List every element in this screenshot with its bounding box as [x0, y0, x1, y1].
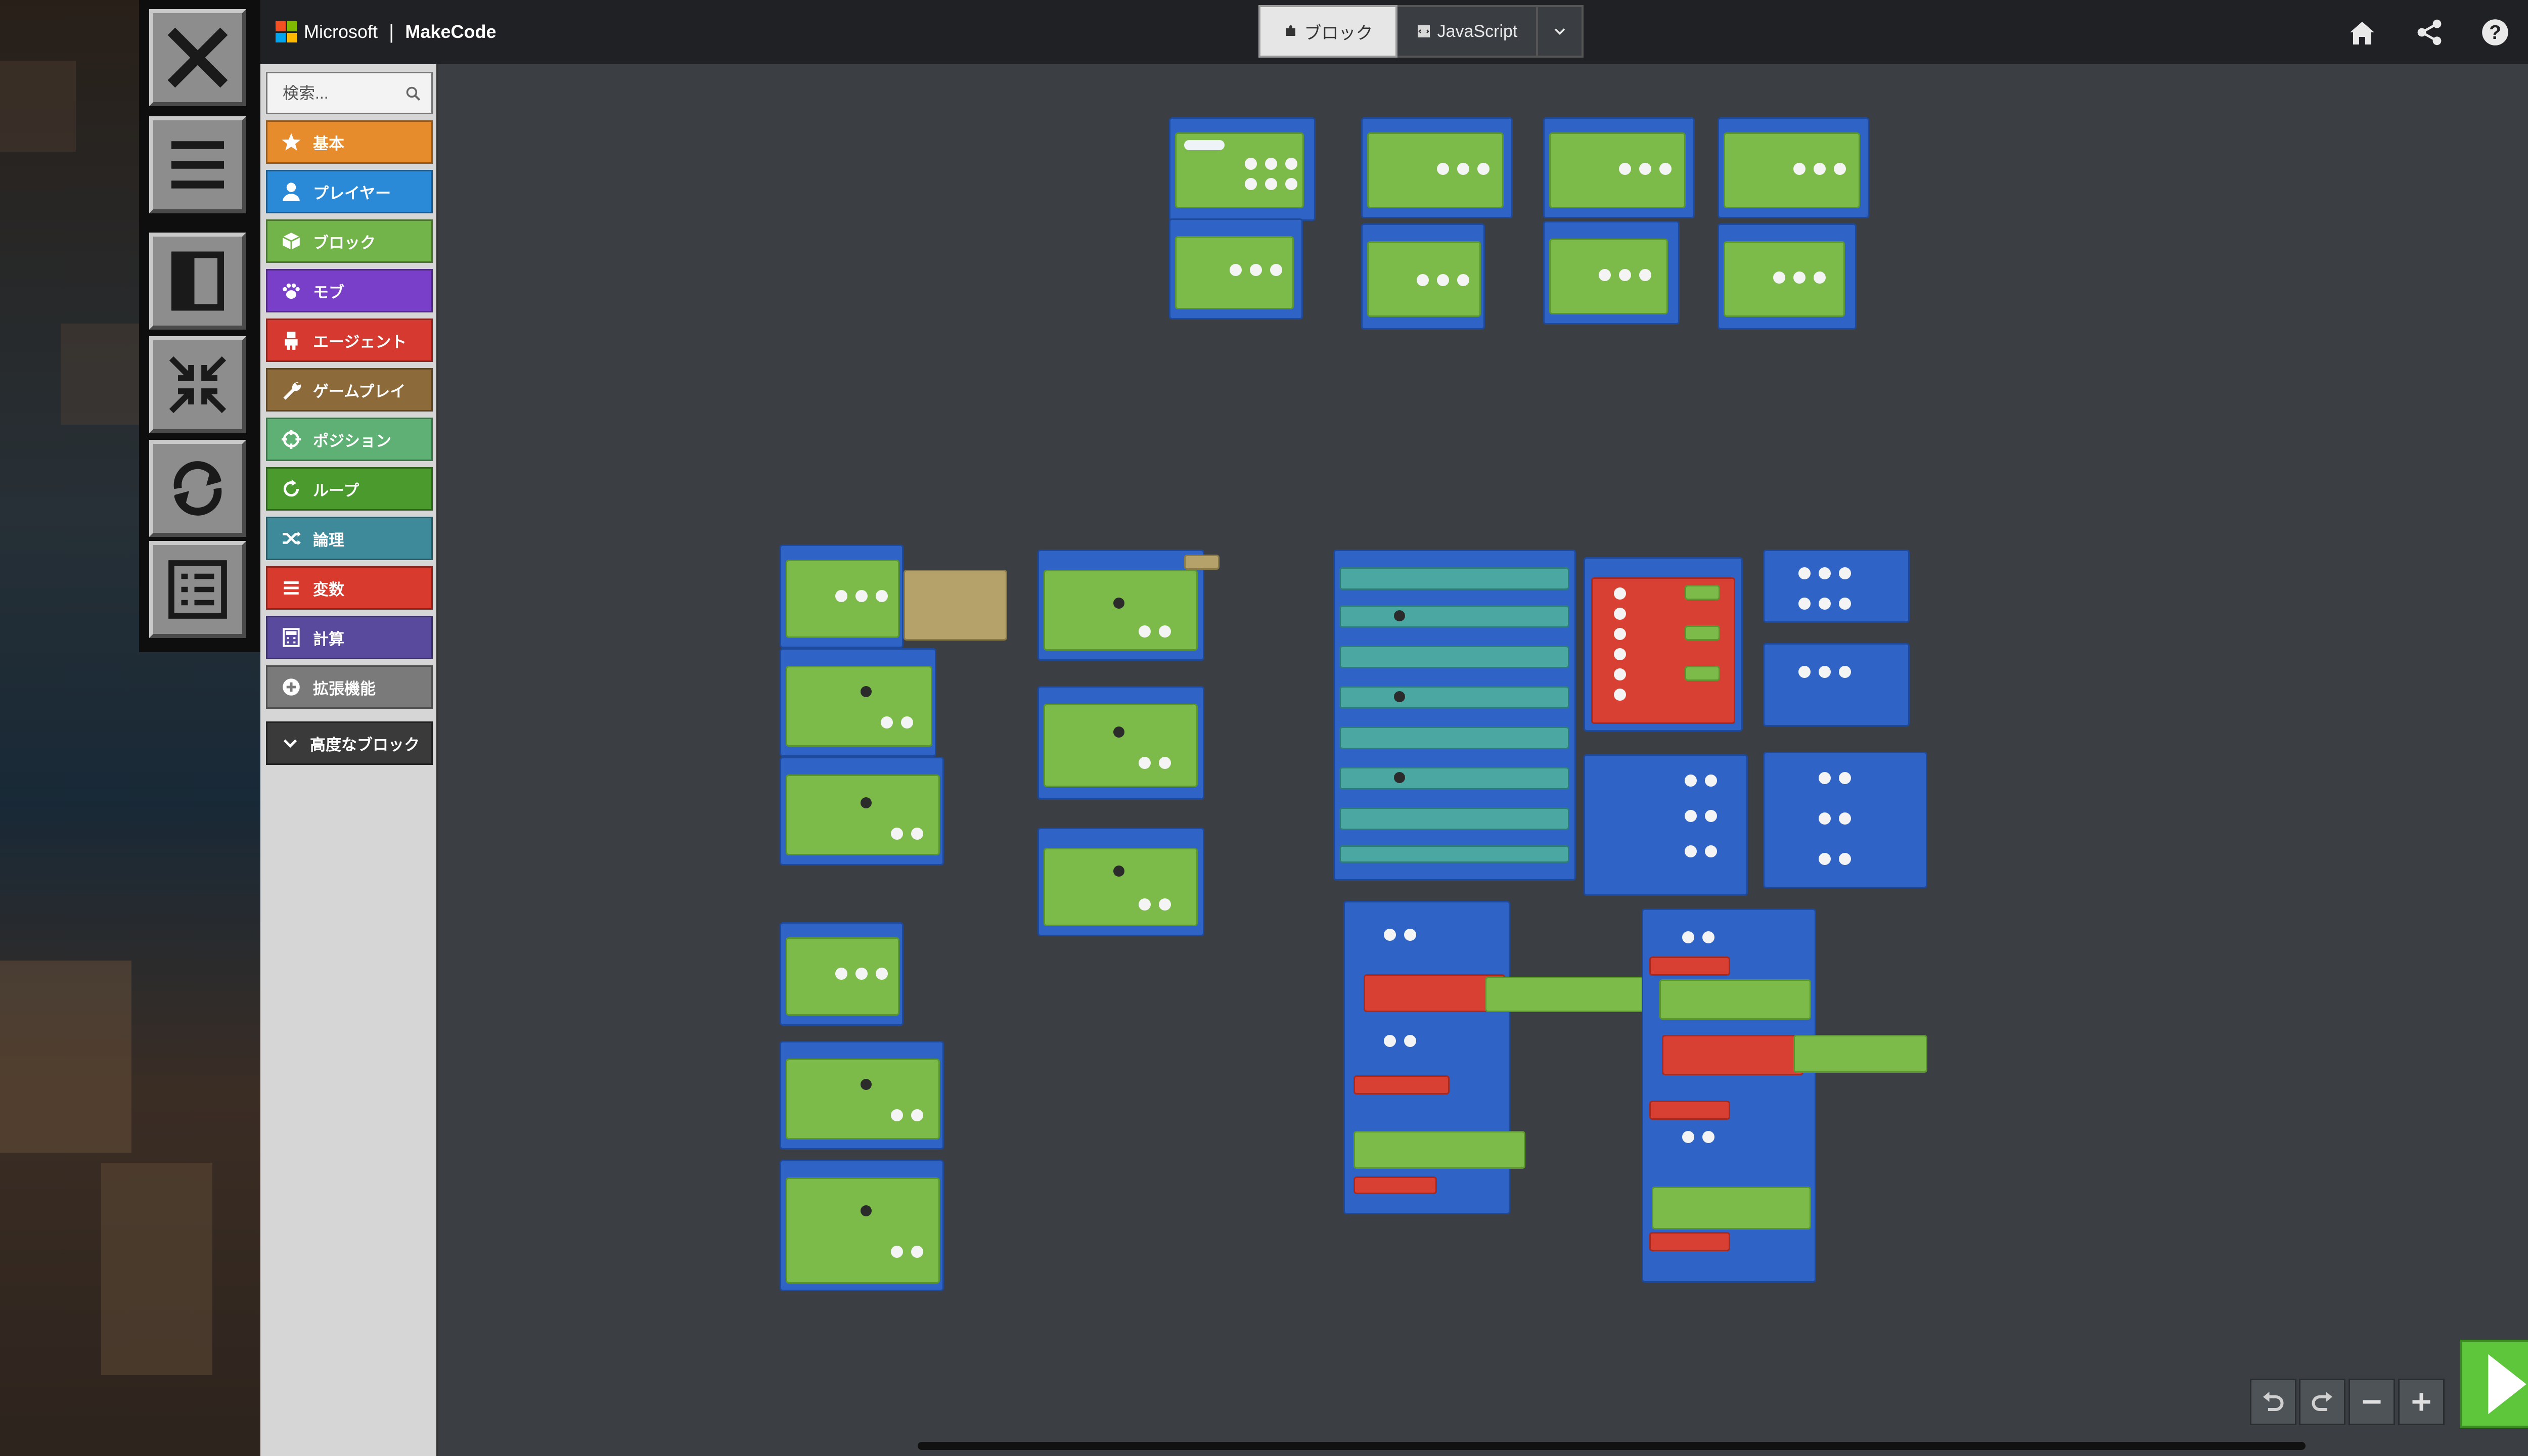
- category-loops[interactable]: ループ: [266, 467, 433, 511]
- advanced-blocks-toggle[interactable]: 高度なブロック: [266, 721, 433, 765]
- list-icon: [284, 581, 299, 595]
- advanced-blocks-label: 高度なブロック: [310, 736, 420, 754]
- play-icon: [2488, 1354, 2526, 1414]
- puzzle-icon: [1286, 25, 1295, 36]
- javascript-mode-button[interactable]: JavaScript: [1397, 5, 1538, 58]
- agent-icon: [285, 332, 298, 350]
- brand-separator: |: [389, 20, 394, 43]
- game-tool-column: [139, 0, 260, 652]
- javascript-mode-label: JavaScript: [1437, 21, 1518, 41]
- category-label: ポジション: [313, 432, 391, 450]
- run-button[interactable]: [2460, 1340, 2528, 1428]
- star-icon: [282, 133, 301, 151]
- menu-button[interactable]: [149, 116, 246, 213]
- category-variables[interactable]: 変数: [266, 566, 433, 610]
- plus-icon: [2412, 1393, 2430, 1411]
- panel-button[interactable]: [149, 233, 246, 330]
- help-icon[interactable]: ?: [2480, 17, 2510, 48]
- category-agent[interactable]: エージェント: [266, 318, 433, 362]
- crosshair-icon: [282, 430, 301, 449]
- category-label: ゲームプレイ: [313, 382, 406, 400]
- category-positions[interactable]: ポジション: [266, 418, 433, 461]
- menu-icon: [171, 141, 224, 189]
- collapse-icon: [169, 356, 227, 414]
- category-basic[interactable]: 基本: [266, 120, 433, 164]
- close-icon: [167, 27, 228, 88]
- category-blocks[interactable]: ブロック: [266, 219, 433, 263]
- category-label: 拡張機能: [313, 679, 376, 698]
- category-player[interactable]: プレイヤー: [266, 170, 433, 213]
- mode-dropdown-button[interactable]: [1538, 5, 1584, 58]
- undo-icon: [2263, 1392, 2284, 1411]
- category-logic[interactable]: 論理: [266, 517, 433, 560]
- redo-icon: [2312, 1392, 2332, 1411]
- reload-button[interactable]: [149, 440, 246, 537]
- minus-icon: [2363, 1400, 2381, 1404]
- code-file-icon: [1417, 25, 1430, 37]
- reload-icon: [173, 461, 222, 516]
- category-label: 論理: [313, 531, 344, 549]
- category-math[interactable]: 計算: [266, 616, 433, 659]
- category-label: エージェント: [313, 333, 407, 351]
- calculator-icon: [283, 628, 300, 647]
- category-label: 変数: [313, 580, 344, 599]
- wrench-icon: [283, 382, 301, 400]
- category-extensions[interactable]: 拡張機能: [266, 665, 433, 709]
- collapse-button[interactable]: [149, 336, 246, 433]
- category-label: プレイヤー: [313, 184, 391, 202]
- search-icon: [406, 86, 421, 101]
- shuffle-icon: [283, 531, 301, 545]
- brand[interactable]: Microsoft | MakeCode: [276, 16, 496, 48]
- close-button[interactable]: [149, 9, 246, 106]
- search-placeholder: 検索...: [283, 84, 329, 102]
- list-icon: [168, 560, 227, 619]
- search-input[interactable]: 検索...: [266, 72, 433, 114]
- player-icon: [283, 183, 300, 201]
- editor-mode-switch: ブロック JavaScript: [1258, 5, 1584, 58]
- svg-text:?: ?: [2489, 22, 2501, 43]
- list-button[interactable]: [149, 541, 246, 638]
- category-gameplay[interactable]: ゲームプレイ: [266, 368, 433, 412]
- category-label: ブロック: [313, 234, 376, 252]
- blocks-mode-label: ブロック: [1304, 23, 1373, 43]
- category-mobs[interactable]: モブ: [266, 269, 433, 312]
- brand-company: Microsoft: [304, 21, 378, 42]
- chevron-down-icon: [1554, 28, 1565, 35]
- panel-icon: [171, 251, 224, 311]
- category-label: 基本: [313, 134, 344, 153]
- zoom-out-button[interactable]: [2349, 1379, 2395, 1425]
- toolbox-panel: 検索... 基本 プレイヤー ブロック モブ エージェント ゲームプレイ ポジシ…: [260, 64, 438, 1456]
- brand-app-name: MakeCode: [405, 21, 496, 42]
- redo-button[interactable]: [2299, 1379, 2345, 1425]
- zoom-in-button[interactable]: [2398, 1379, 2445, 1425]
- category-label: モブ: [313, 283, 344, 301]
- horizontal-scrollbar[interactable]: [918, 1442, 2306, 1450]
- paw-icon: [283, 283, 300, 299]
- microsoft-logo-icon: [276, 21, 297, 42]
- home-icon[interactable]: [2347, 17, 2377, 48]
- cube-icon: [282, 233, 300, 250]
- blocks-workspace[interactable]: [438, 64, 2528, 1456]
- loop-icon: [283, 479, 299, 497]
- chevron-down-icon: [283, 739, 297, 748]
- top-bar: Microsoft | MakeCode ブロック JavaScript ?: [260, 0, 2528, 65]
- undo-button[interactable]: [2250, 1379, 2296, 1425]
- category-label: 計算: [313, 630, 344, 648]
- share-icon[interactable]: [2414, 17, 2445, 48]
- plus-circle-icon: [283, 678, 300, 696]
- blocks-mode-button[interactable]: ブロック: [1258, 5, 1397, 58]
- category-label: ループ: [313, 481, 359, 499]
